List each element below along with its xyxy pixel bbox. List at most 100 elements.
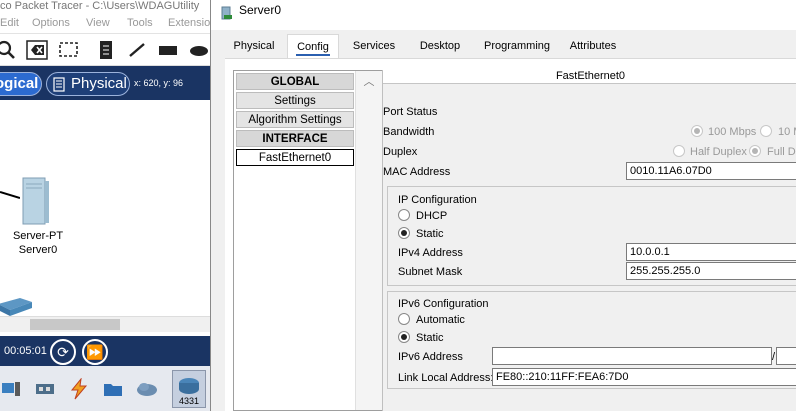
draw-line-icon[interactable]	[126, 40, 148, 60]
misc-folder-icon[interactable]	[102, 378, 124, 400]
link-local-address-label: Link Local Address:	[398, 372, 494, 384]
interface-panel: FastEthernet0 Port Status Bandwidth 100 …	[382, 70, 796, 411]
end-devices-icon[interactable]	[0, 378, 22, 400]
subnet-mask-field[interactable]: 255.255.255.0	[626, 262, 796, 280]
sidebar-header-global: GLOBAL	[236, 73, 354, 90]
subnet-mask-label: Subnet Mask	[398, 266, 463, 278]
bandwidth-label: Bandwidth	[383, 126, 435, 138]
sidebar-scrollbar[interactable]: ︿	[355, 71, 382, 410]
menu-options[interactable]: Options	[32, 17, 70, 29]
server-type-label: Server-PT	[12, 230, 64, 242]
select-area-icon[interactable]	[58, 40, 80, 60]
menu-tools[interactable]: Tools	[127, 17, 153, 29]
sidebar-item-fastethernet0[interactable]: FastEthernet0	[236, 149, 354, 166]
physical-mode-button[interactable]: Physical	[46, 72, 130, 96]
bandwidth-100-radio[interactable]	[691, 125, 703, 137]
dialog-title: Server0	[239, 3, 282, 17]
sidebar-item-algorithm-settings[interactable]: Algorithm Settings	[236, 111, 354, 128]
half-duplex-radio[interactable]	[673, 145, 685, 157]
tab-programming[interactable]: Programming	[477, 34, 557, 58]
ipv6-address-label: IPv6 Address	[398, 351, 463, 363]
ipv6-automatic-radio[interactable]	[398, 313, 410, 325]
ipv6-static-radio[interactable]	[398, 331, 410, 343]
connections-icon[interactable]	[68, 378, 90, 400]
time-bar: 00:05:01 ⟳ ⏩	[0, 336, 210, 366]
duplex-label: Duplex	[383, 146, 418, 158]
server-device-icon[interactable]	[20, 176, 50, 226]
bandwidth-10-radio[interactable]	[760, 125, 772, 137]
full-duplex-radio[interactable]	[749, 145, 761, 157]
tab-config-label: Config	[297, 41, 329, 53]
note-icon[interactable]	[95, 40, 117, 60]
sidebar-item-settings[interactable]: Settings	[236, 92, 354, 109]
tab-services[interactable]: Services	[345, 34, 403, 58]
components-icon[interactable]	[34, 378, 56, 400]
menu-edit[interactable]: Edit	[0, 17, 19, 29]
menu-bar: Edit Options View Tools Extensio	[0, 14, 210, 34]
config-sidebar: GLOBAL Settings Algorithm Settings INTER…	[233, 70, 383, 411]
clock-reset-icon: ⟳	[57, 344, 69, 360]
port-status-label: Port Status	[383, 106, 438, 118]
ipv6-configuration-group: IPv6 Configuration Automatic Static IPv6…	[387, 291, 796, 389]
canvas-scroll-thumb[interactable]	[30, 319, 120, 330]
tab-desktop[interactable]: Desktop	[411, 34, 469, 58]
ip-configuration-group: IP Configuration DHCP Static IPv4 Addres…	[387, 186, 796, 286]
ipv6-configuration-title: IPv6 Configuration	[398, 298, 489, 310]
device-toolbar: 4331	[0, 366, 210, 411]
reset-time-button[interactable]: ⟳	[50, 339, 76, 365]
sidebar-header-interface: INTERFACE	[236, 130, 354, 147]
search-icon[interactable]	[0, 40, 18, 60]
menu-extensions[interactable]: Extensio	[168, 17, 210, 29]
ipv6-static-label: Static	[416, 332, 444, 344]
logical-mode-label: ogical	[0, 75, 39, 92]
server0-dialog: Server0 Physical Config Services Desktop…	[210, 0, 796, 411]
menu-view[interactable]: View	[86, 17, 110, 29]
panel-header: FastEthernet0	[383, 70, 796, 84]
cloud-icon[interactable]	[136, 378, 158, 400]
bandwidth-100-label: 100 Mbps	[708, 126, 757, 138]
ipv4-address-field[interactable]: 10.0.0.1	[626, 243, 796, 261]
scroll-up-icon[interactable]: ︿	[356, 73, 382, 89]
link-local-address-field[interactable]: FE80::210:11FF:FEA6:7D0	[492, 368, 796, 386]
bandwidth-10-label: 10 M	[778, 126, 796, 138]
packet-tracer-window: co Packet Tracer - C:\Users\WDAGUtility …	[0, 0, 210, 411]
fast-forward-icon: ⏩	[86, 344, 104, 360]
fast-forward-button[interactable]: ⏩	[82, 339, 108, 365]
ipv6-prefix-field[interactable]	[776, 347, 796, 365]
simulation-time: 00:05:01	[4, 345, 47, 357]
logical-mode-button[interactable]: ogical	[0, 72, 42, 96]
tab-config[interactable]: Config	[287, 34, 339, 58]
tab-physical[interactable]: Physical	[225, 34, 283, 58]
mac-address-field[interactable]: 0010.11A6.07D0	[626, 162, 796, 180]
dhcp-radio[interactable]	[398, 209, 410, 221]
ip-configuration-title: IP Configuration	[398, 194, 477, 206]
ipv6-address-field[interactable]	[492, 347, 772, 365]
static-label: Static	[416, 228, 444, 240]
router-4331-button[interactable]: 4331	[172, 370, 206, 408]
ipv4-address-label: IPv4 Address	[398, 247, 463, 259]
ellipse-icon[interactable]	[188, 40, 210, 60]
router-4331-label: 4331	[178, 396, 200, 406]
canvas-horizontal-scrollbar[interactable]	[0, 316, 210, 332]
delete-icon[interactable]	[26, 40, 48, 60]
building-icon	[53, 77, 65, 92]
switch-device-icon[interactable]	[0, 294, 36, 316]
router-icon	[179, 378, 199, 394]
physical-mode-label: Physical	[71, 75, 127, 92]
app-title: co Packet Tracer - C:\Users\WDAGUtility	[0, 0, 210, 14]
rectangle-icon[interactable]	[157, 40, 179, 60]
ipv6-prefix-separator: /	[772, 351, 776, 363]
static-radio[interactable]	[398, 227, 410, 239]
server-window-icon	[221, 6, 232, 20]
ipv6-automatic-label: Automatic	[416, 314, 465, 326]
link-cable	[0, 191, 20, 199]
mac-address-label: MAC Address	[383, 166, 451, 178]
dhcp-label: DHCP	[416, 210, 448, 222]
active-tab-indicator	[296, 54, 330, 56]
workspace-canvas[interactable]: Server-PT Server0	[0, 100, 210, 336]
full-duplex-label: Full Du	[767, 146, 796, 158]
toolbar	[0, 34, 210, 66]
cursor-coordinates: x: 620, y: 96	[134, 78, 184, 88]
tab-attributes[interactable]: Attributes	[561, 34, 625, 58]
mode-bar: ogical Physical x: 620, y: 96	[0, 66, 210, 100]
